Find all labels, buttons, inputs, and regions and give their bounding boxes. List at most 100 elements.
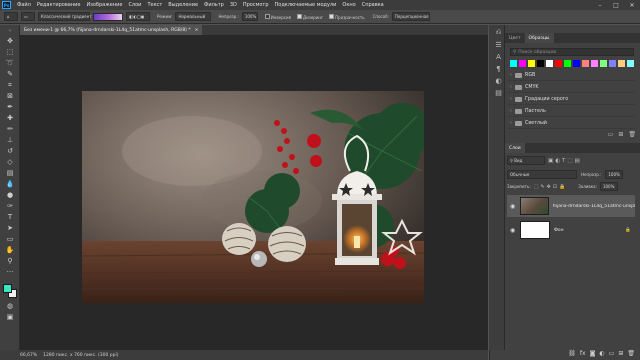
menu-type[interactable]: Текст — [144, 2, 165, 8]
mode-select[interactable]: Нормальный — [175, 12, 212, 21]
menu-edit[interactable]: Редактирование — [34, 2, 84, 8]
foreground-color-swatch[interactable] — [3, 284, 12, 293]
menu-select[interactable]: Выделение — [165, 2, 201, 8]
gradient-swatch[interactable] — [93, 12, 123, 21]
history-panel-icon[interactable]: ⎌ — [494, 28, 503, 37]
close-window-icon[interactable]: ✕ — [624, 0, 640, 10]
color-swatch[interactable] — [555, 60, 562, 67]
path-selection-tool-icon[interactable]: ➤ — [5, 224, 15, 233]
dodge-tool-icon[interactable]: ● — [5, 191, 15, 200]
frame-tool-icon[interactable]: ⊠ — [5, 92, 15, 101]
gradient-type-buttons[interactable]: ▮▯◐▢▣ — [126, 12, 150, 21]
type-tool-icon[interactable]: T — [5, 213, 15, 222]
swatch-folder-pastel[interactable]: › Пастель — [507, 106, 635, 117]
visibility-eye-icon[interactable]: ◉ — [510, 227, 516, 234]
swatch-folder-rgb[interactable]: › RGB — [507, 70, 635, 81]
color-swatch[interactable] — [573, 60, 580, 67]
gradient-preset-dropdown[interactable]: Классический градиент — [38, 12, 92, 21]
menu-view[interactable]: Просмотр — [240, 2, 272, 8]
menu-filter[interactable]: Фильтр — [201, 2, 227, 8]
menu-help[interactable]: Справка — [359, 2, 387, 8]
menu-file[interactable]: Файл — [14, 2, 34, 8]
zoom-tool-icon[interactable]: ⚲ — [5, 257, 15, 266]
fill-input[interactable]: 100% — [599, 182, 618, 191]
color-swatch[interactable] — [582, 60, 589, 67]
properties-panel-icon[interactable]: ☰ — [494, 40, 503, 49]
link-layers-icon[interactable]: ⛓ — [568, 350, 576, 357]
method-select[interactable]: Перцепционная — [391, 12, 430, 21]
color-swatch[interactable] — [519, 60, 526, 67]
layer-opacity-input[interactable]: 100% — [605, 170, 624, 179]
rectangle-tool-icon[interactable]: ▭ — [5, 235, 15, 244]
brush-tool-icon[interactable]: ✏ — [5, 125, 15, 134]
character-panel-icon[interactable]: A — [494, 52, 503, 61]
layer-style-icon[interactable]: fx — [580, 350, 586, 357]
color-swatch[interactable] — [609, 60, 616, 67]
swatch-folder-light[interactable]: › Светлый — [507, 118, 635, 129]
dither-checkbox[interactable]: Дизеринг — [296, 13, 323, 20]
color-swatch[interactable] — [528, 60, 535, 67]
visibility-eye-icon[interactable]: ◉ — [510, 203, 516, 210]
healing-brush-tool-icon[interactable]: ✚ — [5, 114, 15, 123]
color-swatch[interactable] — [600, 60, 607, 67]
layer-filter-select[interactable]: ⚲ Вид — [507, 156, 545, 165]
screen-mode-icon[interactable]: ▣ — [5, 313, 15, 322]
gradient-tool-preset-icon[interactable]: ▭ — [21, 12, 35, 21]
color-swatch[interactable] — [627, 60, 634, 67]
quick-select-tool-icon[interactable]: ✎ — [5, 70, 15, 79]
adjustments-panel-icon[interactable]: ◐ — [494, 76, 503, 85]
document-tab[interactable]: Без имени-1 @ 66,7% (fiijana-drndarski-1… — [20, 25, 203, 35]
layer-filter-icons[interactable]: ▣◐T⬚▤ — [548, 158, 582, 164]
eraser-tool-icon[interactable]: ◇ — [5, 158, 15, 167]
layer-photo[interactable]: ◉ fiijana-drndarski-1L4q_51atmc-unsplash — [507, 195, 635, 217]
more-tools-icon[interactable]: ··· — [5, 268, 15, 277]
color-swatch[interactable] — [510, 60, 517, 67]
history-brush-tool-icon[interactable]: ↺ — [5, 147, 15, 156]
opacity-input[interactable]: 100% — [241, 12, 258, 21]
gradient-tool-icon[interactable]: ▤ — [5, 169, 15, 178]
crop-tool-icon[interactable]: ⌗ — [5, 81, 15, 90]
new-swatch-icon[interactable]: ⊞ — [618, 131, 623, 139]
paragraph-panel-icon[interactable]: ¶ — [494, 64, 503, 73]
color-swatch[interactable] — [546, 60, 553, 67]
transparency-checkbox[interactable]: Прозрачность — [329, 13, 365, 20]
clone-stamp-tool-icon[interactable]: ⊥ — [5, 136, 15, 145]
layer-background[interactable]: ◉ Фон 🔒 — [507, 219, 635, 241]
maximize-icon[interactable]: □ — [608, 0, 624, 10]
tab-layers[interactable]: Слои — [505, 143, 525, 153]
document-info[interactable]: 1280 пикс. x 760 пикс. (300 ppi) — [43, 353, 118, 358]
new-layer-icon[interactable]: ⊞ — [618, 350, 623, 357]
menu-image[interactable]: Изображение — [83, 2, 125, 8]
home-icon[interactable]: ⌂ — [4, 12, 18, 21]
menu-layers[interactable]: Слои — [125, 2, 144, 8]
blur-tool-icon[interactable]: 💧 — [5, 180, 15, 189]
minimize-icon[interactable]: – — [592, 0, 608, 10]
blend-mode-select[interactable]: Обычные — [507, 170, 577, 179]
invert-checkbox[interactable]: Инверсия — [264, 13, 291, 20]
color-swatch[interactable] — [564, 60, 571, 67]
menu-plugins[interactable]: Подключаемые модули — [272, 2, 340, 8]
document-image[interactable] — [82, 91, 424, 303]
toolbar-collapse-icon[interactable]: » — [5, 27, 15, 36]
eyedropper-tool-icon[interactable]: ✒ — [5, 103, 15, 112]
new-group-icon[interactable]: ▭ — [608, 131, 614, 139]
tab-color[interactable]: Цвет — [505, 33, 525, 43]
close-tab-icon[interactable]: × — [195, 28, 199, 33]
color-swatch[interactable] — [591, 60, 598, 67]
delete-layer-icon[interactable]: 🗑 — [627, 350, 635, 357]
add-mask-icon[interactable]: ◙ — [590, 350, 596, 357]
marquee-tool-icon[interactable]: ⬚ — [5, 48, 15, 57]
quick-mask-icon[interactable]: ◍ — [5, 302, 15, 311]
move-tool-icon[interactable]: ✥ — [5, 37, 15, 46]
zoom-level[interactable]: 66,67% — [20, 353, 37, 358]
menu-3d[interactable]: 3D — [227, 2, 240, 8]
hand-tool-icon[interactable]: ✋ — [5, 246, 15, 255]
new-group-icon[interactable]: ▭ — [609, 350, 615, 357]
menu-window[interactable]: Окно — [339, 2, 358, 8]
pen-tool-icon[interactable]: ✑ — [5, 202, 15, 211]
adjustment-layer-icon[interactable]: ◐ — [599, 350, 604, 357]
swatch-folder-grayscale[interactable]: › Градации серого — [507, 94, 635, 105]
libraries-panel-icon[interactable]: ▤ — [494, 88, 503, 97]
color-swatch[interactable] — [537, 60, 544, 67]
lock-icons[interactable]: ⬚✎✥⊡🔒 — [534, 184, 568, 190]
